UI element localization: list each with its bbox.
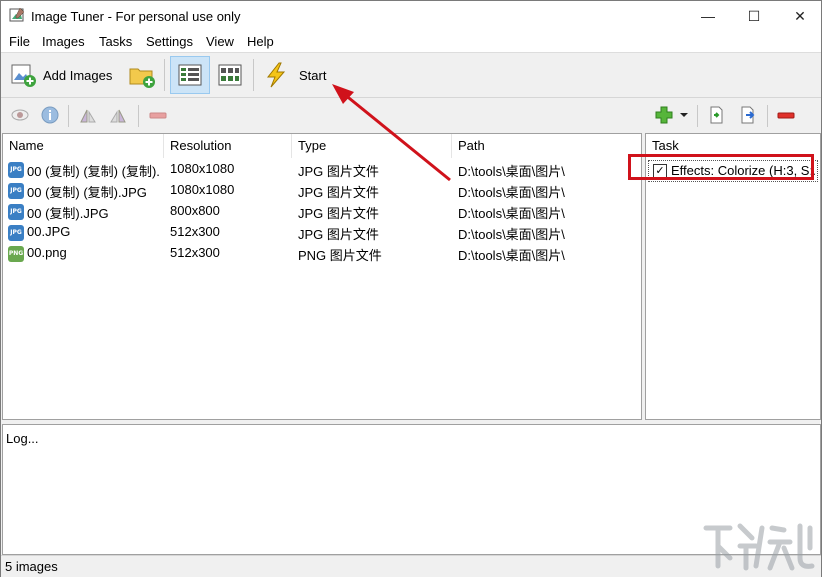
table-row[interactable]: JPG 00.JPG 512x300 JPG 图片文件 D:\tools\桌面\… <box>3 222 641 243</box>
file-resolution: 512x300 <box>170 245 220 260</box>
file-name: 00.png <box>27 245 67 260</box>
add-folder-button[interactable] <box>128 57 156 93</box>
add-folder-icon <box>129 68 155 88</box>
menu-file[interactable]: File <box>9 34 30 49</box>
import-task-button[interactable] <box>707 106 725 124</box>
task-toolbar <box>645 98 821 131</box>
maximize-icon: ☐ <box>747 7 761 24</box>
lightning-icon <box>266 62 286 88</box>
toolbar-separator <box>697 105 698 127</box>
thumbnails-view-button[interactable] <box>214 57 246 93</box>
log-text: Log... <box>6 431 39 446</box>
task-highlight-box <box>628 154 814 180</box>
file-path: D:\tools\桌面\图片\ <box>458 164 565 179</box>
toolbar-separator <box>253 59 254 91</box>
minimize-icon: — <box>701 8 715 24</box>
window-title: Image Tuner - For personal use only <box>31 9 241 24</box>
menu-settings[interactable]: Settings <box>146 34 193 49</box>
minimize-button[interactable]: — <box>685 1 731 31</box>
table-row[interactable]: PNG 00.png 512x300 PNG 图片文件 D:\tools\桌面\… <box>3 243 641 264</box>
add-images-icon <box>11 64 36 87</box>
add-images-label: Add Images <box>43 67 113 83</box>
file-path: D:\tools\桌面\图片\ <box>458 206 565 221</box>
details-view-button[interactable] <box>170 56 210 94</box>
preview-button[interactable] <box>11 106 29 124</box>
file-type: JPG 图片文件 <box>298 227 379 242</box>
image-list-panel: Name Resolution Type Path JPG 00 (复制) (复… <box>2 133 642 420</box>
toolbar-separator <box>68 105 69 127</box>
toolbar-separator <box>767 105 768 127</box>
jpg-file-icon: JPG <box>8 162 24 178</box>
chevron-down-icon <box>680 113 688 117</box>
image-list-toolbar <box>1 98 641 131</box>
table-row[interactable]: JPG 00 (复制) (复制) (复制).... 1080x1080 JPG … <box>3 159 641 180</box>
file-type: JPG 图片文件 <box>298 164 379 179</box>
app-icon <box>9 7 25 22</box>
jpg-file-icon: JPG <box>8 183 24 199</box>
watermark-logo <box>703 523 815 571</box>
import-icon <box>710 106 723 124</box>
close-icon: ✕ <box>794 7 806 24</box>
rotate-left-icon <box>80 109 96 123</box>
menu-images[interactable]: Images <box>42 34 85 49</box>
log-panel: Log... <box>2 424 821 555</box>
status-bar: 5 images <box>1 555 821 577</box>
file-path: D:\tools\桌面\图片\ <box>458 185 565 200</box>
file-type: PNG 图片文件 <box>298 248 382 263</box>
column-header-name[interactable]: Name <box>3 134 164 158</box>
main-toolbar: Add Images Start <box>1 53 821 98</box>
add-images-button[interactable]: Add Images <box>9 57 112 93</box>
remove-task-button[interactable] <box>777 106 795 124</box>
file-type: JPG 图片文件 <box>298 185 379 200</box>
plus-icon <box>655 106 673 124</box>
info-button[interactable] <box>41 106 59 124</box>
menu-tasks[interactable]: Tasks <box>99 34 132 49</box>
rotate-left-button[interactable] <box>79 106 97 124</box>
export-icon <box>741 106 755 124</box>
title-bar: Image Tuner - For personal use only — ☐ … <box>1 1 821 31</box>
table-row[interactable]: JPG 00 (复制).JPG 800x800 JPG 图片文件 D:\tool… <box>3 201 641 222</box>
rotate-right-button[interactable] <box>109 106 127 124</box>
details-view-icon <box>178 64 202 86</box>
table-row[interactable]: JPG 00 (复制) (复制).JPG 1080x1080 JPG 图片文件 … <box>3 180 641 201</box>
start-button[interactable]: Start <box>263 57 326 93</box>
app-window: Image Tuner - For personal use only — ☐ … <box>0 0 822 577</box>
file-resolution: 1080x1080 <box>170 182 235 197</box>
file-resolution: 512x300 <box>170 224 220 239</box>
toolbar-separator <box>164 59 165 91</box>
jpg-file-icon: JPG <box>8 204 24 220</box>
file-resolution: 1080x1080 <box>170 161 235 176</box>
menu-help[interactable]: Help <box>247 34 274 49</box>
toolbar-separator <box>138 105 139 127</box>
menu-view[interactable]: View <box>206 34 234 49</box>
file-type: JPG 图片文件 <box>298 206 379 221</box>
file-path: D:\tools\桌面\图片\ <box>458 248 565 263</box>
file-path: D:\tools\桌面\图片\ <box>458 227 565 242</box>
status-text: 5 images <box>5 559 58 574</box>
minus-icon <box>777 112 795 119</box>
menu-bar: File Images Tasks Settings View Help <box>1 31 821 53</box>
column-header-type[interactable]: Type <box>292 134 452 158</box>
start-label: Start <box>299 67 327 83</box>
add-task-button[interactable] <box>655 106 673 124</box>
eye-icon <box>11 109 29 121</box>
png-file-icon: PNG <box>8 246 24 262</box>
close-button[interactable]: ✕ <box>777 1 822 31</box>
column-header-path[interactable]: Path <box>452 134 641 158</box>
column-header-resolution[interactable]: Resolution <box>164 134 292 158</box>
file-name: 00.JPG <box>27 224 71 239</box>
file-resolution: 800x800 <box>170 203 220 218</box>
minus-icon <box>149 112 167 119</box>
add-task-dropdown[interactable] <box>679 106 689 124</box>
rotate-right-icon <box>110 109 126 123</box>
maximize-button[interactable]: ☐ <box>731 1 777 31</box>
file-name: 00 (复制) (复制) (复制).... <box>27 164 161 179</box>
file-name: 00 (复制).JPG <box>27 206 109 221</box>
info-icon <box>41 106 59 124</box>
thumbnails-view-icon <box>218 64 242 86</box>
jpg-file-icon: JPG <box>8 225 24 241</box>
export-task-button[interactable] <box>739 106 757 124</box>
file-name: 00 (复制) (复制).JPG <box>27 185 147 200</box>
remove-image-button[interactable] <box>149 106 167 124</box>
